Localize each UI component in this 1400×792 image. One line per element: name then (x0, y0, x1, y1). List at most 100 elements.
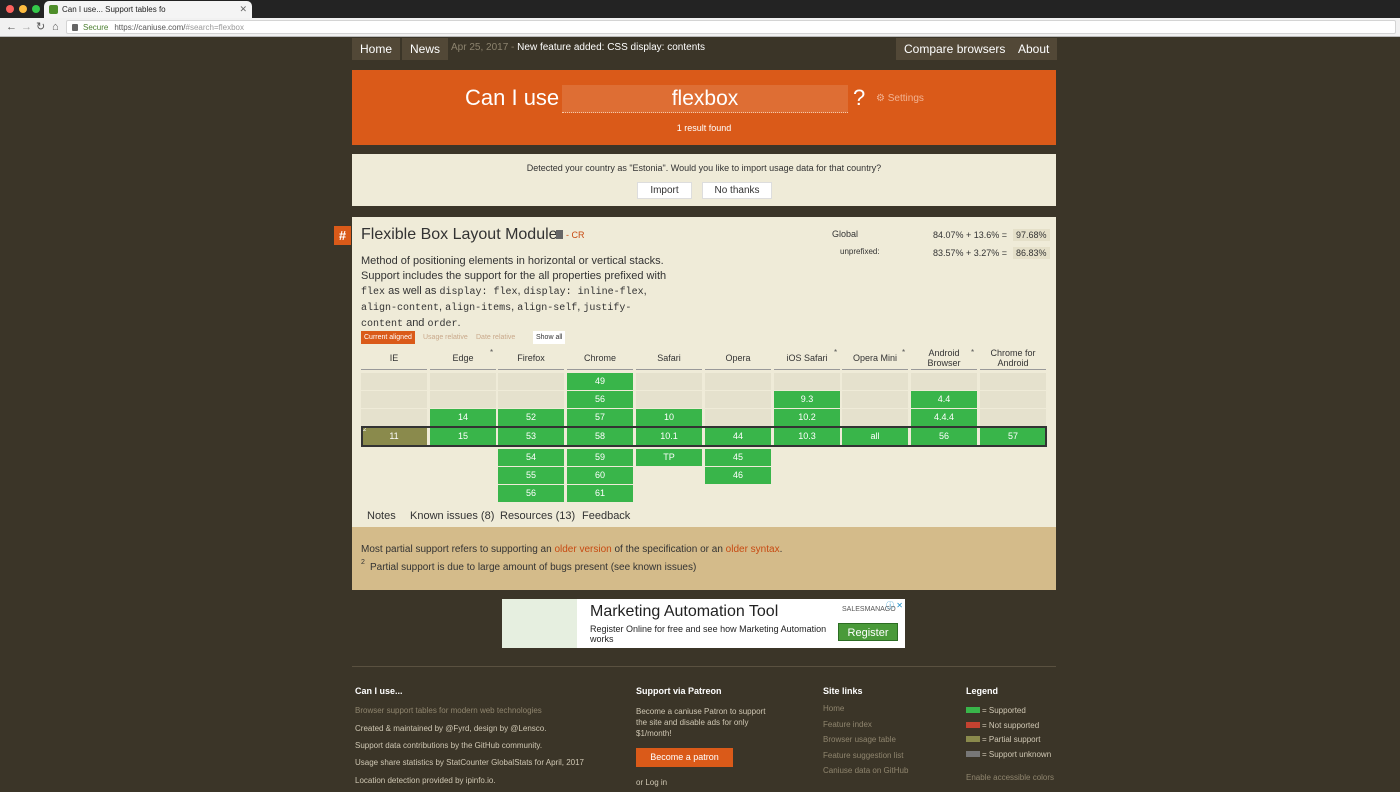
footer-sitelinks-heading: Site links (823, 686, 863, 696)
back-icon[interactable]: ← (6, 21, 17, 33)
tab-notes[interactable]: Notes (361, 506, 402, 527)
url-input[interactable]: Secure https://caniuse.com/#search=flexbo… (66, 20, 1396, 34)
support-cell[interactable]: 61 (567, 485, 633, 502)
news-text: New feature added: CSS display: contents (517, 42, 706, 53)
support-cell[interactable] (430, 373, 496, 390)
browser-header: Chrome for Android (980, 347, 1046, 370)
desc-text: . (457, 317, 461, 329)
become-patron-button[interactable]: Become a patron (636, 748, 733, 767)
news-ticker[interactable]: Apr 25, 2017 - New feature added: CSS di… (451, 42, 705, 53)
footer-sitelink[interactable]: Home (823, 704, 844, 713)
show-all-button[interactable]: Show all (533, 331, 566, 344)
ad-register-button[interactable]: Register (838, 623, 898, 641)
support-cell[interactable] (705, 373, 771, 390)
footer-login[interactable]: or Log in (636, 778, 667, 787)
result-count: 1 result found (676, 123, 732, 133)
support-cell[interactable]: 59 (567, 449, 633, 466)
support-cell[interactable]: 4.4 (911, 391, 977, 408)
support-cell[interactable] (498, 373, 564, 390)
support-cell[interactable] (842, 391, 908, 408)
tab-feedback[interactable]: Feedback (576, 506, 636, 527)
view-usage-relative[interactable]: Usage relative (420, 331, 471, 344)
settings-link[interactable]: ⚙ Settings (876, 93, 924, 104)
support-cell[interactable]: TP (636, 449, 702, 466)
ad-banner[interactable]: Marketing Automation Tool Register Onlin… (502, 599, 905, 648)
support-cell[interactable]: 4.4.4 (911, 409, 977, 426)
support-cell[interactable] (361, 373, 427, 390)
close-tab-icon[interactable]: ✕ (239, 4, 247, 15)
support-cell[interactable]: 60 (567, 467, 633, 484)
footer-sitelink[interactable]: Caniuse data on GitHub (823, 766, 908, 775)
settings-label: Settings (887, 93, 924, 104)
support-cell[interactable] (980, 409, 1046, 426)
search-input[interactable] (562, 85, 848, 113)
view-current-aligned[interactable]: Current aligned (361, 331, 415, 344)
spec-status[interactable]: - CR (566, 230, 585, 240)
forward-icon[interactable]: → (21, 21, 32, 33)
nav-about[interactable]: About (1010, 38, 1058, 60)
feature-title[interactable]: Flexible Box Layout Module (361, 226, 558, 244)
support-cell[interactable] (911, 373, 977, 390)
support-cell[interactable] (705, 391, 771, 408)
support-cell[interactable] (636, 391, 702, 408)
support-cell[interactable] (498, 391, 564, 408)
spec-document-icon[interactable] (556, 230, 563, 239)
minimize-window-icon[interactable] (19, 5, 27, 13)
support-cell[interactable]: 10.2 (774, 409, 840, 426)
footer-contrib: Support data contributions by the GitHub… (355, 741, 543, 750)
note-text: . (779, 544, 783, 555)
legend-swatch (966, 721, 980, 728)
desc-text: , (643, 285, 647, 297)
home-icon[interactable]: ⌂ (52, 21, 59, 33)
footer-sitelink[interactable]: Feature index (823, 720, 872, 729)
support-cell[interactable]: 14 (430, 409, 496, 426)
support-cell[interactable] (430, 391, 496, 408)
browser-header: Firefox (498, 347, 564, 370)
support-cell[interactable]: 45 (705, 449, 771, 466)
nav-home[interactable]: Home (352, 38, 401, 60)
support-cell[interactable]: 56 (498, 485, 564, 502)
support-cell[interactable]: 56 (567, 391, 633, 408)
tab-resources[interactable]: Resources (13) (494, 506, 581, 527)
support-cell[interactable]: 10 (636, 409, 702, 426)
tab-known-issues[interactable]: Known issues (8) (404, 506, 500, 527)
footer-caniuse-heading: Can I use... (355, 686, 403, 696)
support-cell[interactable] (774, 373, 840, 390)
no-thanks-button[interactable]: No thanks (702, 182, 772, 199)
support-cell[interactable]: 52 (498, 409, 564, 426)
older-syntax-link[interactable]: older syntax (726, 544, 780, 555)
view-date-relative[interactable]: Date relative (473, 331, 518, 344)
support-cell[interactable]: 9.3 (774, 391, 840, 408)
support-cell[interactable] (842, 409, 908, 426)
support-cell[interactable] (361, 409, 427, 426)
support-cell[interactable]: 57 (567, 409, 633, 426)
nav-news[interactable]: News (402, 38, 449, 60)
support-cell[interactable]: 46 (705, 467, 771, 484)
global-values: 84.07% + 13.6% = (933, 230, 1008, 240)
feature-anchor-link[interactable]: # (334, 226, 351, 245)
older-version-link[interactable]: older version (554, 544, 611, 555)
maximize-window-icon[interactable] (32, 5, 40, 13)
browser-header: iOS Safari (774, 347, 840, 370)
footer-sitelink[interactable]: Browser usage table (823, 735, 896, 744)
reload-icon[interactable]: ↻ (36, 21, 45, 33)
desc-code: align-self (517, 303, 578, 314)
support-cell[interactable]: 54 (498, 449, 564, 466)
import-button[interactable]: Import (637, 182, 692, 199)
support-cell[interactable] (705, 409, 771, 426)
support-cell[interactable] (636, 373, 702, 390)
footer-sitelink[interactable]: Feature suggestion list (823, 751, 904, 760)
footer-patreon-heading: Support via Patreon (636, 686, 722, 696)
support-cell[interactable] (980, 391, 1046, 408)
browser-tab[interactable]: Can I use... Support tables fo ✕ (44, 1, 252, 18)
support-cell[interactable] (842, 373, 908, 390)
nav-compare-browsers[interactable]: Compare browsers (896, 38, 1014, 60)
ad-close-icon[interactable]: ⓘ ✕ (886, 600, 903, 611)
support-cell[interactable] (980, 373, 1046, 390)
support-cell[interactable] (361, 391, 427, 408)
support-cell[interactable]: 55 (498, 467, 564, 484)
accessible-colors-link[interactable]: Enable accessible colors (966, 773, 1054, 782)
legend-label: = Not supported (982, 720, 1040, 730)
close-window-icon[interactable] (6, 5, 14, 13)
support-cell[interactable]: 49 (567, 373, 633, 390)
